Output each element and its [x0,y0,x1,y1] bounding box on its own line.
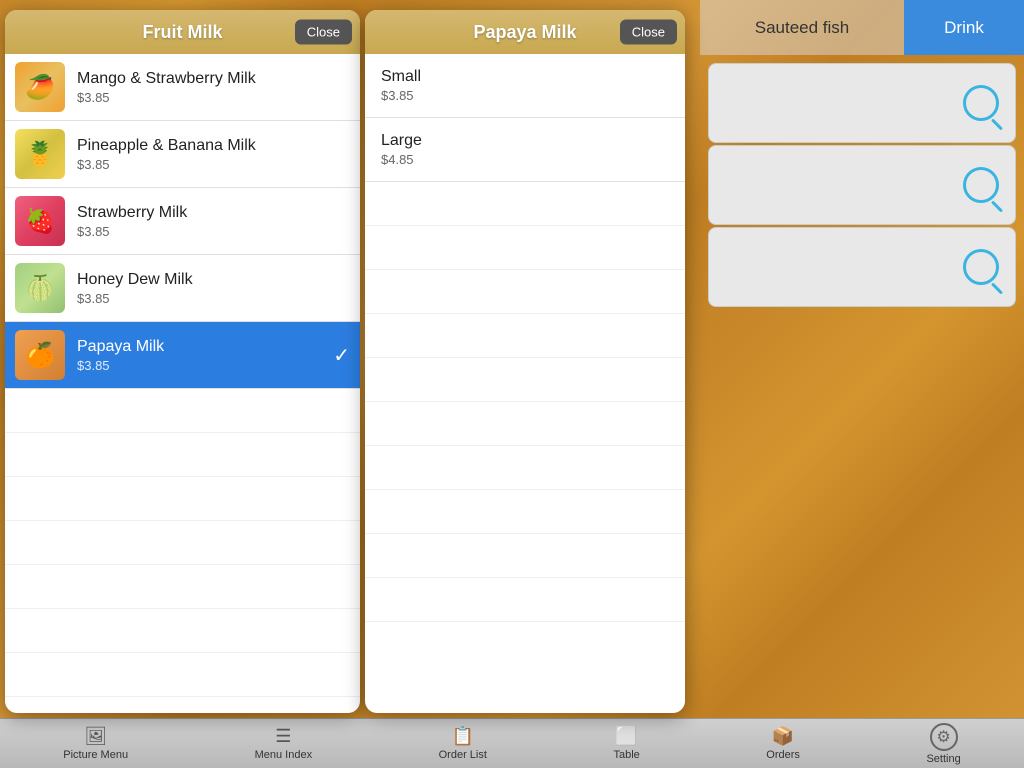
list-item-pineapple[interactable]: 🍍 Pineapple & Banana Milk $3.85 [5,121,360,188]
size-small[interactable]: Small $3.85 [365,54,685,118]
item-image-strawberry: 🍓 [15,196,65,246]
papaya-empty-6 [365,402,685,446]
fruit-milk-header: Fruit Milk Close [5,10,360,54]
item-name-papaya: Papaya Milk [77,338,333,356]
item-price-honeydew: $3.85 [77,291,350,306]
empty-line-3 [5,477,360,521]
setting-label: Setting [926,753,960,765]
empty-line-4 [5,521,360,565]
papaya-empty-2 [365,226,685,270]
size-large-name: Large [381,132,669,150]
fruit-milk-title: Fruit Milk [143,22,223,43]
tab-sauteed-fish[interactable]: Sauteed fish [700,0,904,55]
papaya-empty-10 [365,578,685,622]
papaya-empty-9 [365,534,685,578]
list-item-papaya[interactable]: 🍊 Papaya Milk $3.85 ✓ [5,322,360,389]
bottom-tab-menu-index[interactable]: ☰ Menu Index [255,726,312,761]
item-price-pineapple: $3.85 [77,157,350,172]
table-icon: ⬜ [615,726,637,747]
bottom-tab-table[interactable]: ⬜ Table [613,726,639,761]
size-small-name: Small [381,68,669,86]
papaya-empty-1 [365,182,685,226]
papaya-empty-8 [365,490,685,534]
fruit-milk-panel: Fruit Milk Close 🥭 Mango & Strawberry Mi… [5,10,360,713]
bottom-tab-orders[interactable]: 📦 Orders [766,726,800,761]
item-price-mango: $3.85 [77,90,350,105]
list-item-mango[interactable]: 🥭 Mango & Strawberry Milk $3.85 [5,54,360,121]
bottom-tab-setting[interactable]: ⚙ Setting [926,723,960,765]
item-image-pineapple: 🍍 [15,129,65,179]
item-name-mango: Mango & Strawberry Milk [77,70,350,88]
item-price-papaya: $3.85 [77,358,333,373]
order-list-icon: 📋 [452,726,474,747]
item-image-honeydew: 🍈 [15,263,65,313]
orders-icon: 📦 [772,726,794,747]
table-label: Table [613,749,639,761]
tab-drink[interactable]: Drink [904,0,1024,55]
empty-line-1 [5,389,360,433]
orders-label: Orders [766,749,800,761]
fruit-milk-close-button[interactable]: Close [295,20,352,45]
item-name-honeydew: Honey Dew Milk [77,271,350,289]
empty-line-7 [5,653,360,697]
menu-index-icon: ☰ [275,726,291,747]
item-image-mango: 🥭 [15,62,65,112]
fruit-milk-list: 🥭 Mango & Strawberry Milk $3.85 🍍 Pineap… [5,54,360,713]
size-large[interactable]: Large $4.85 [365,118,685,182]
papaya-empty-3 [365,270,685,314]
bottom-tab-picture-menu[interactable]: 🖼 Picture Menu [63,726,128,761]
list-item-strawberry[interactable]: 🍓 Strawberry Milk $3.85 [5,188,360,255]
papaya-empty-7 [365,446,685,490]
picture-menu-label: Picture Menu [63,749,128,761]
papaya-empty-4 [365,314,685,358]
empty-line-8 [5,697,360,713]
empty-line-5 [5,565,360,609]
papaya-milk-panel: Papaya Milk Close Small $3.85 Large $4.8… [365,10,685,713]
item-name-pineapple: Pineapple & Banana Milk [77,137,350,155]
papaya-milk-title: Papaya Milk [473,22,576,43]
picture-menu-icon: 🖼 [84,726,107,747]
size-small-price: $3.85 [381,88,669,103]
size-large-price: $4.85 [381,152,669,167]
order-list-label: Order List [439,749,487,761]
papaya-milk-header: Papaya Milk Close [365,10,685,54]
item-name-strawberry: Strawberry Milk [77,204,350,222]
gear-icon: ⚙ [930,723,958,751]
bottom-tab-order-list[interactable]: 📋 Order List [439,726,487,761]
menu-index-label: Menu Index [255,749,312,761]
item-image-papaya: 🍊 [15,330,65,380]
item-price-strawberry: $3.85 [77,224,350,239]
selected-checkmark: ✓ [333,343,350,368]
top-bar-right: Sauteed fish Drink [700,0,1024,55]
list-item-honeydew[interactable]: 🍈 Honey Dew Milk $3.85 [5,255,360,322]
papaya-empty-5 [365,358,685,402]
papaya-size-list: Small $3.85 Large $4.85 [365,54,685,713]
empty-line-6 [5,609,360,653]
empty-line-2 [5,433,360,477]
bottom-bar: 🖼 Picture Menu ☰ Menu Index 📋 Order List… [0,718,1024,768]
papaya-milk-close-button[interactable]: Close [620,20,677,45]
